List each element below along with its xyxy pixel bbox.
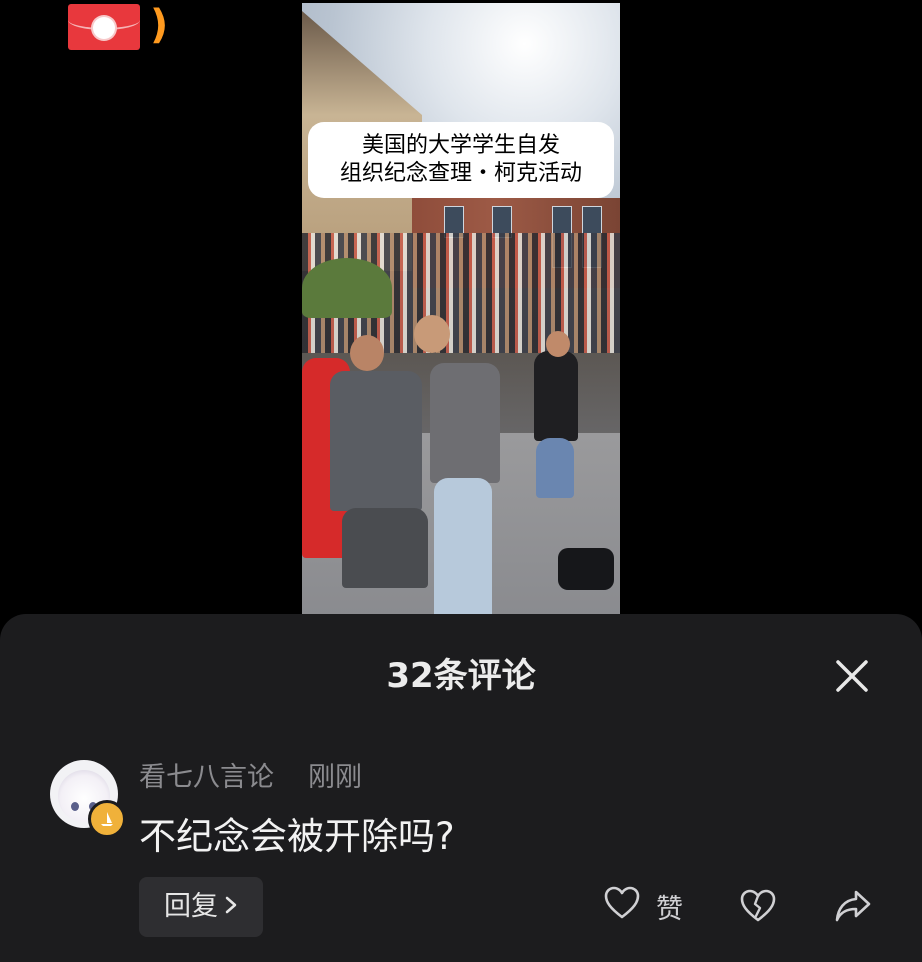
reply-button[interactable]: 回复	[139, 877, 263, 937]
person-striped-shirt	[430, 363, 500, 483]
video-player[interactable]: 美国的大学学生自发 组织纪念查理・柯克活动	[302, 3, 620, 616]
red-envelope-icon[interactable]	[68, 4, 140, 50]
envelope-bracket-icon: )	[150, 2, 169, 48]
like-button[interactable]: 赞	[604, 886, 683, 926]
share-arrow-icon[interactable]	[834, 888, 872, 924]
comments-sheet: 32条评论 看七八言论 刚刚 不纪念会被开除吗? 回复 赞	[0, 614, 922, 962]
envelope-seal	[93, 17, 115, 39]
comments-count-title: 32条评论	[386, 656, 536, 696]
person-head	[414, 315, 450, 353]
comment-username[interactable]: 看七八言论	[139, 760, 274, 796]
screen: ) 美国的大学学生自发 组织纪念查理・柯克活动 32条评论 看七八言论 刚刚 不…	[0, 0, 922, 962]
person-shorts	[342, 508, 428, 588]
broken-heart-icon[interactable]	[740, 888, 776, 924]
like-label: 赞	[656, 893, 683, 925]
person-head	[350, 335, 384, 371]
comment-text: 不纪念会被开除吗?	[139, 815, 455, 858]
person-jeans	[536, 438, 574, 498]
caption-line-1: 美国的大学学生自发	[361, 133, 560, 158]
reply-label: 回复	[164, 891, 218, 922]
caption-line-2: 组织纪念查理・柯克活动	[339, 161, 582, 186]
person-black-shirt	[534, 351, 578, 441]
video-caption: 美国的大学学生自发 组织纪念查理・柯克活动	[308, 122, 614, 198]
video-tree	[302, 258, 392, 318]
comment-time: 刚刚	[308, 762, 362, 793]
heart-outline-icon	[604, 886, 640, 927]
chevron-right-icon	[224, 877, 238, 937]
sailboat-badge-icon	[88, 800, 126, 838]
person-jeans	[434, 478, 492, 616]
backpack	[558, 548, 614, 590]
avatar-eye	[71, 802, 79, 811]
person-gray-shirt	[330, 371, 422, 511]
person-head	[546, 331, 570, 357]
close-icon[interactable]	[832, 656, 872, 696]
